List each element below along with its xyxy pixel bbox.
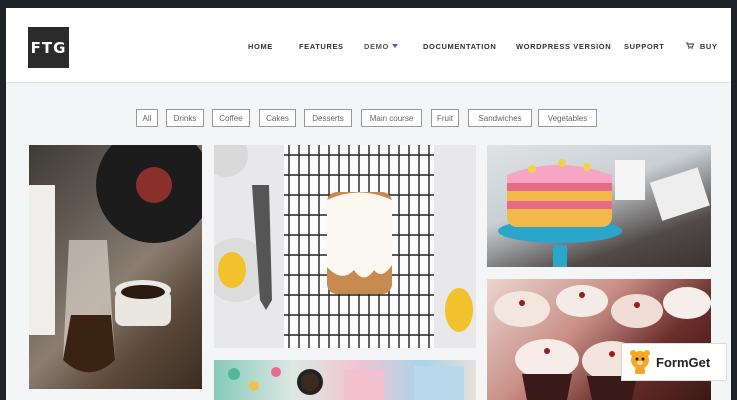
- chevron-down-icon: [391, 44, 398, 48]
- formget-badge[interactable]: FormGet: [621, 343, 727, 381]
- nav-home[interactable]: HOME: [248, 42, 273, 51]
- site-header: FTG HOME FEATURES DEMO DOCUMENTATION WOR…: [6, 8, 731, 83]
- nav-documentation[interactable]: DOCUMENTATION: [423, 42, 496, 51]
- filter-vegetables[interactable]: Vegetables: [538, 109, 597, 127]
- gallery-image-coffee[interactable]: [29, 145, 202, 389]
- nav-demo-label: DEMO: [364, 42, 389, 51]
- filter-cakes[interactable]: Cakes: [259, 109, 296, 127]
- filter-desserts[interactable]: Desserts: [304, 109, 352, 127]
- nav-buy-label: BUY: [699, 42, 718, 51]
- gallery-image-party-table[interactable]: [214, 360, 476, 400]
- gallery-image-cake-loaf[interactable]: [214, 145, 476, 348]
- filter-main-course[interactable]: Main course: [361, 109, 422, 127]
- gallery-image-cupcakes[interactable]: [487, 279, 711, 400]
- filter-fruit[interactable]: Fruit: [431, 109, 459, 127]
- cart-icon: [686, 42, 697, 51]
- filter-coffee[interactable]: Coffee: [212, 109, 250, 127]
- nav-buy[interactable]: BUY: [686, 42, 717, 51]
- nav-wordpress-version[interactable]: WORDPRESS VERSION: [516, 42, 611, 51]
- main-nav: HOME FEATURES DEMO DOCUMENTATION WORDPRE…: [6, 42, 731, 54]
- filter-sandwiches[interactable]: Sandwiches: [468, 109, 532, 127]
- nav-demo[interactable]: DEMO: [364, 42, 398, 51]
- nav-features[interactable]: FEATURES: [299, 42, 344, 51]
- filter-all[interactable]: All: [136, 109, 158, 127]
- filter-drinks[interactable]: Drinks: [166, 109, 204, 127]
- formget-mascot-icon: [628, 349, 652, 375]
- gallery-image-layer-cake[interactable]: [487, 145, 711, 267]
- category-filters: All Drinks Coffee Cakes Desserts Main co…: [6, 109, 731, 129]
- page-frame: FTG HOME FEATURES DEMO DOCUMENTATION WOR…: [6, 8, 731, 400]
- nav-support[interactable]: SUPPORT: [624, 42, 664, 51]
- formget-label: FormGet: [656, 354, 711, 370]
